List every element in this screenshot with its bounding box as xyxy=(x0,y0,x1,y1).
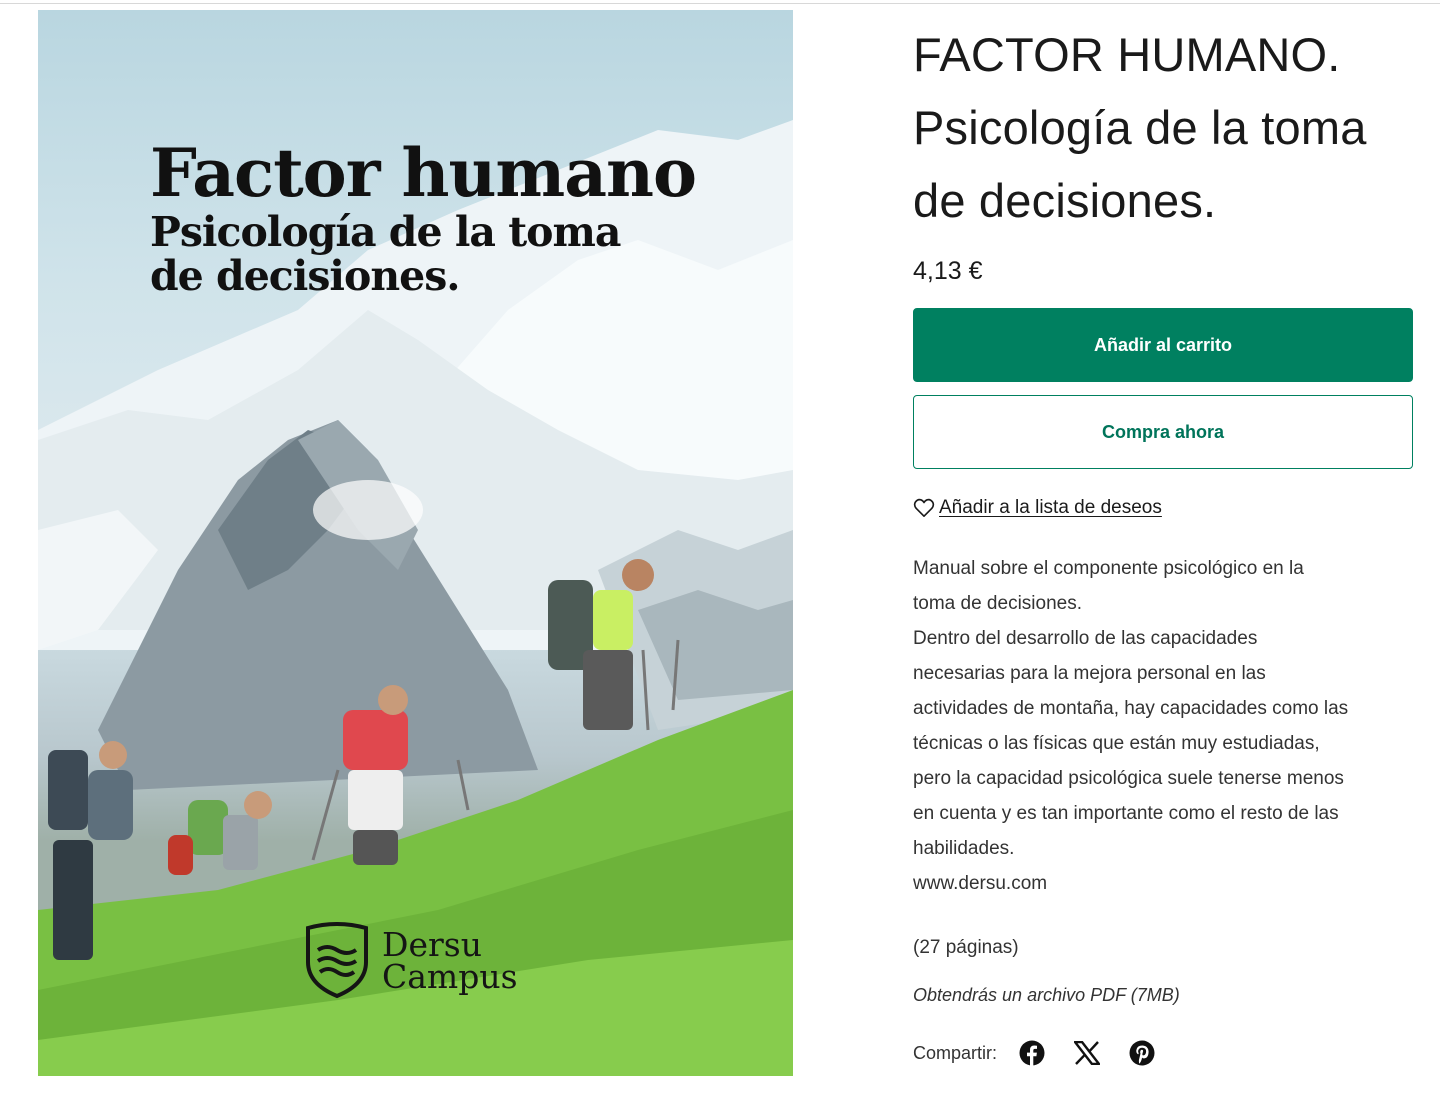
product-title: FACTOR HUMANO. Psicología de la toma de … xyxy=(913,18,1413,237)
description-line: en cuenta y es tan importante como el re… xyxy=(913,803,1339,824)
product-title-line2: Psicología de la toma xyxy=(913,101,1367,154)
description-line: Manual sobre el componente psicológico e… xyxy=(913,558,1304,579)
buy-now-button[interactable]: Compra ahora xyxy=(913,395,1413,469)
description-line: actividades de montaña, hay capacidades … xyxy=(913,698,1349,719)
product-price: 4,13 € xyxy=(913,257,983,285)
product-cover-image: Factor humano Psicología de la toma de d… xyxy=(38,10,793,1076)
add-to-wishlist-link[interactable]: Añadir a la lista de deseos xyxy=(939,497,1162,519)
logo-text-campus: Campus xyxy=(382,957,518,996)
description-line: toma de decisiones. xyxy=(913,593,1082,614)
facebook-icon[interactable] xyxy=(1017,1038,1047,1068)
cover-title-main: Factor humano xyxy=(150,134,697,212)
page-count: (27 páginas) xyxy=(913,937,1019,958)
shield-icon xyxy=(306,922,368,999)
add-to-cart-button[interactable]: Añadir al carrito xyxy=(913,308,1413,382)
heart-icon xyxy=(913,498,935,517)
share-row: Compartir: xyxy=(913,1038,1413,1068)
top-divider xyxy=(0,0,1440,4)
pinterest-icon[interactable] xyxy=(1127,1038,1157,1068)
product-info: FACTOR HUMANO. Psicología de la toma de … xyxy=(913,18,1413,1068)
x-icon[interactable] xyxy=(1072,1038,1102,1068)
description-line: pero la capacidad psicológica suele tene… xyxy=(913,768,1344,789)
file-format-note: Obtendrás un archivo PDF (7MB) xyxy=(913,985,1180,1005)
cover-subtitle-line1: Psicología de la toma xyxy=(150,208,621,256)
website-link: www.dersu.com xyxy=(913,873,1048,894)
description-line: necesarias para la mejora personal en la… xyxy=(913,663,1266,684)
product-title-line1: FACTOR HUMANO. xyxy=(913,28,1341,81)
wishlist-link-row[interactable]: Añadir a la lista de deseos xyxy=(913,497,1413,519)
share-label: Compartir: xyxy=(913,1042,998,1063)
description-line: Dentro del desarrollo de las capacidades xyxy=(913,628,1258,649)
description-line: habilidades. xyxy=(913,838,1015,859)
dersu-campus-logo: Dersu Campus xyxy=(304,922,518,1000)
cover-subtitle-line2: de decisiones. xyxy=(150,252,461,300)
cover-title: Factor humano Psicología de la toma de d… xyxy=(150,138,750,298)
product-title-line3: de decisiones. xyxy=(913,174,1217,227)
description-line: técnicas o las físicas que están muy est… xyxy=(913,733,1320,754)
product-description: Manual sobre el componente psicológico e… xyxy=(913,551,1413,901)
